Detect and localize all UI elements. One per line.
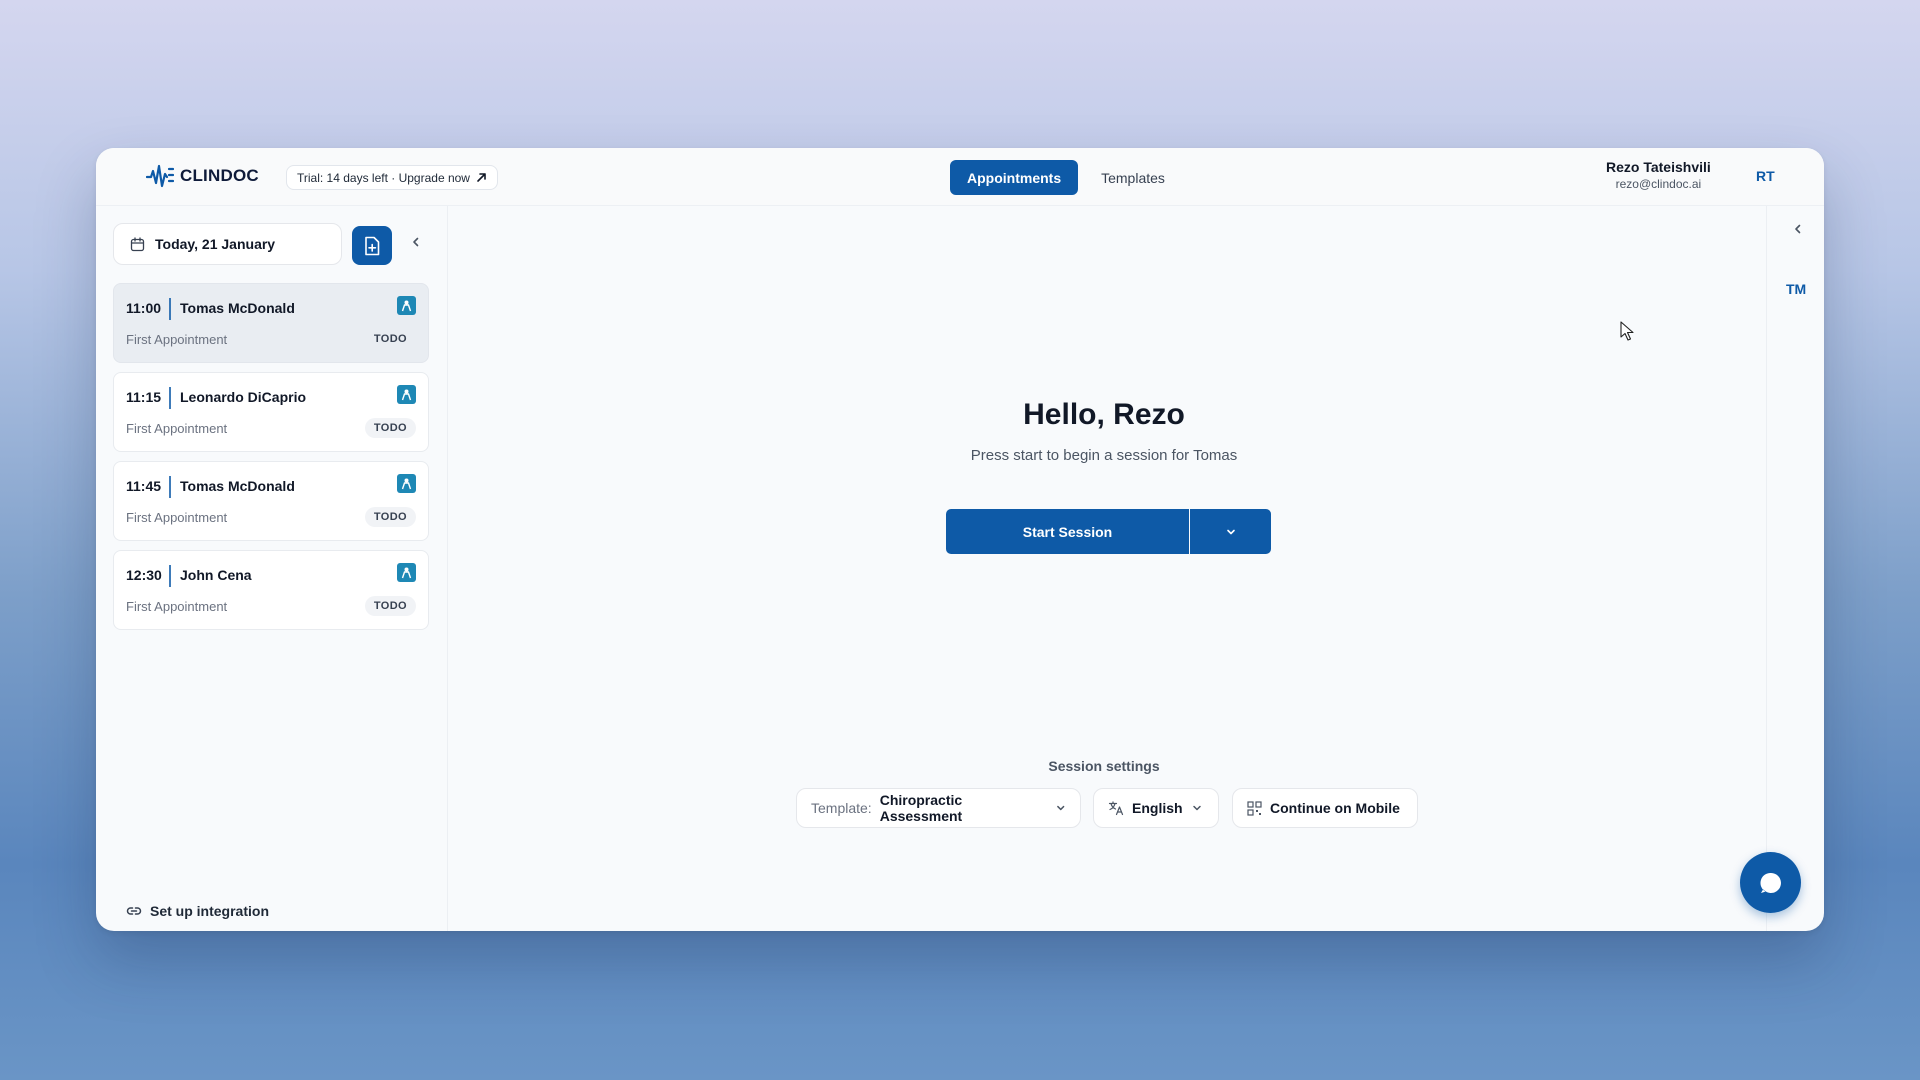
chevron-left-icon[interactable] xyxy=(1792,223,1804,235)
setup-integration-link[interactable]: Set up integration xyxy=(126,903,269,919)
patient-name: Tomas McDonald xyxy=(180,478,295,494)
greeting-title: Hello, Rezo xyxy=(1023,398,1185,431)
patient-name: Leonardo DiCaprio xyxy=(180,389,307,405)
calendar-icon xyxy=(130,236,145,251)
status-badge: TODO xyxy=(364,596,416,616)
greeting-subtitle: Press start to begin a session for Tomas xyxy=(970,447,1238,464)
continue-on-mobile-button[interactable]: Continue on Mobile xyxy=(1232,788,1418,828)
tab-appointments[interactable]: Appointments xyxy=(950,160,1079,195)
app-window: CLINDOC Trial: 14 days left · Upgrade no… xyxy=(96,148,1824,931)
appointment-card[interactable]: 12:30 John Cena First Appointment TODO xyxy=(113,550,429,630)
integration-label: Set up integration xyxy=(150,903,269,919)
date-picker-button[interactable]: Today, 21 January xyxy=(113,223,342,265)
appointment-time: 11:00 xyxy=(126,300,162,316)
main-tabs: Appointments Templates xyxy=(950,160,1182,195)
appointment-type: First Appointment xyxy=(126,421,228,436)
date-label: Today, 21 January xyxy=(155,236,276,252)
patient-icon xyxy=(397,474,416,493)
right-panel xyxy=(1766,206,1824,931)
status-badge: TODO xyxy=(364,418,416,438)
appointment-time: 11:45 xyxy=(126,478,162,494)
user-name: Rezo Tateishvili xyxy=(1606,159,1711,175)
divider xyxy=(169,565,171,587)
tab-templates[interactable]: Templates xyxy=(1084,160,1182,195)
chevron-down-icon xyxy=(1056,805,1064,811)
patient-name: Tomas McDonald xyxy=(180,300,295,316)
divider xyxy=(169,476,171,498)
appointment-card[interactable]: 11:15 Leonardo DiCaprio First Appointmen… xyxy=(113,372,429,452)
logo-wave-icon xyxy=(146,164,174,188)
new-appointment-button[interactable] xyxy=(352,226,392,265)
appointment-type: First Appointment xyxy=(126,332,228,347)
status-badge: TODO xyxy=(364,507,416,527)
chevron-down-icon xyxy=(1226,529,1235,534)
patient-icon xyxy=(397,385,416,404)
translate-icon xyxy=(1108,801,1124,816)
patient-icon xyxy=(397,563,416,582)
chevron-left-icon[interactable] xyxy=(410,236,422,248)
patient-icon xyxy=(397,296,416,315)
start-session-dropdown[interactable] xyxy=(1190,509,1271,554)
template-label: Template: xyxy=(811,800,872,816)
link-icon xyxy=(126,907,142,915)
patient-avatar[interactable]: TM xyxy=(1786,281,1806,297)
divider xyxy=(169,387,171,409)
trial-text: Trial: 14 days left · Upgrade now xyxy=(297,170,470,185)
logo[interactable]: CLINDOC xyxy=(146,163,259,189)
brand-name: CLINDOC xyxy=(180,166,259,185)
appointments-sidebar: Today, 21 January 11:00 Tomas McDonald F… xyxy=(96,206,448,931)
patient-name: John Cena xyxy=(180,567,252,583)
top-header: CLINDOC Trial: 14 days left · Upgrade no… xyxy=(96,148,1824,206)
template-value: Chiropractic Assessment xyxy=(879,792,963,824)
session-settings-title: Session settings xyxy=(1048,758,1160,774)
chat-icon xyxy=(1759,872,1781,893)
new-document-icon xyxy=(365,236,380,255)
appointment-card[interactable]: 11:45 Tomas McDonald First Appointment T… xyxy=(113,461,429,541)
appointment-time: 11:15 xyxy=(126,389,162,405)
cursor-icon xyxy=(1620,321,1634,341)
arrow-up-right-icon xyxy=(477,173,486,182)
start-session-button[interactable]: Start Session xyxy=(946,509,1189,554)
divider xyxy=(169,298,171,320)
language-select[interactable]: English xyxy=(1093,788,1219,828)
appointment-card[interactable]: 11:00 Tomas McDonald First Appointment T… xyxy=(113,283,429,363)
trial-upgrade-link[interactable]: Trial: 14 days left · Upgrade now xyxy=(286,165,498,190)
user-info[interactable]: Rezo Tateishvili rezo@clindoc.ai xyxy=(1606,159,1711,191)
chat-support-button[interactable] xyxy=(1740,852,1801,913)
chevron-down-icon xyxy=(1192,805,1201,811)
language-value: English xyxy=(1132,800,1183,816)
qr-code-icon xyxy=(1247,800,1262,816)
appointment-time: 12:30 xyxy=(126,567,162,583)
mobile-label: Continue on Mobile xyxy=(1270,800,1400,816)
appointment-type: First Appointment xyxy=(126,599,228,614)
user-email: rezo@clindoc.ai xyxy=(1615,177,1702,191)
status-badge: TODO xyxy=(373,333,407,345)
template-select[interactable]: Template: Chiropractic Assessment xyxy=(796,788,1081,828)
appointment-type: First Appointment xyxy=(126,510,228,525)
user-avatar[interactable]: RT xyxy=(1756,168,1775,184)
